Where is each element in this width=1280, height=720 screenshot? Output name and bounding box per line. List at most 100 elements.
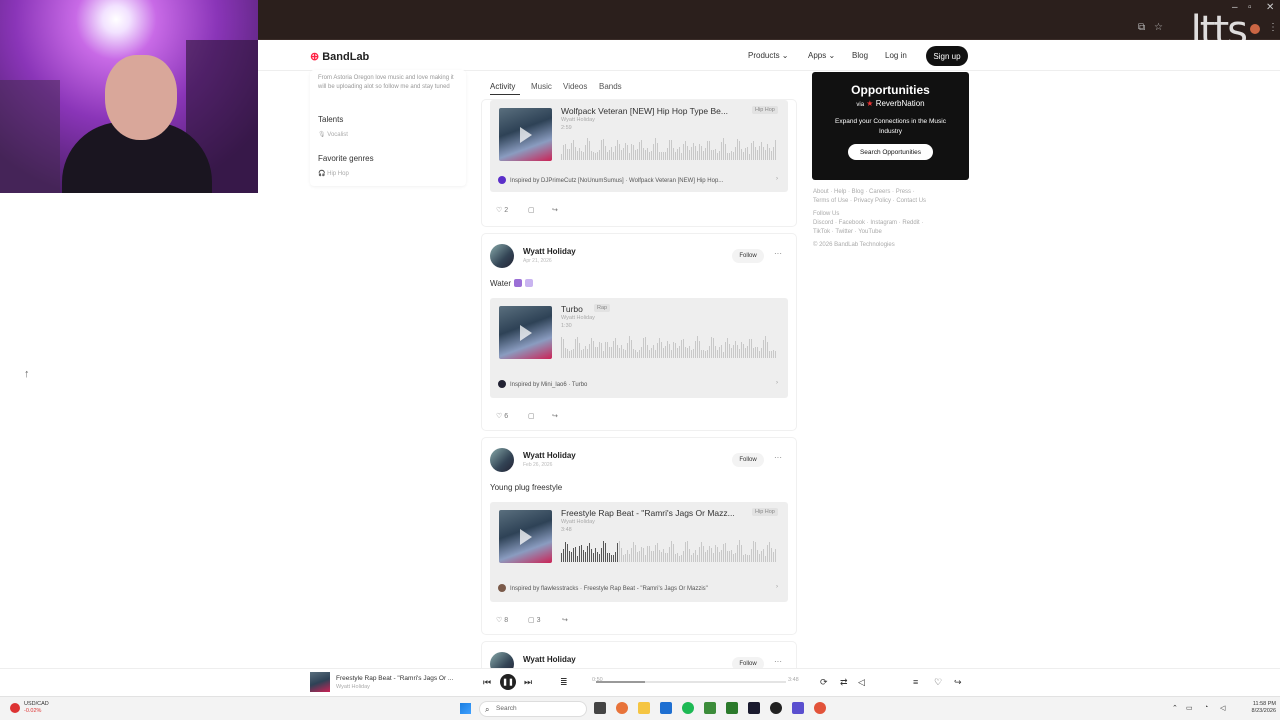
- up-arrow-icon[interactable]: ↑: [24, 368, 30, 380]
- chrome-app-icon[interactable]: [616, 702, 628, 714]
- inspired-by-row[interactable]: Inspired by Mini_lao6 · Turbo: [498, 380, 778, 388]
- waveform-bar: [691, 147, 692, 160]
- track-title[interactable]: Turbo: [561, 304, 583, 314]
- task-view-icon[interactable]: [594, 702, 606, 714]
- track-artist[interactable]: Wyatt Holiday: [561, 519, 595, 525]
- chevron-up-icon[interactable]: ⌃: [1172, 704, 1178, 712]
- inspired-by-row[interactable]: Inspired by DJPrimeCutz [NoUnumSumus] · …: [498, 176, 778, 184]
- system-clock[interactable]: 11:58 PM 8/23/2026: [1236, 701, 1276, 715]
- waveform-bar: [567, 349, 568, 358]
- file-explorer-icon[interactable]: [638, 702, 650, 714]
- outlook-icon[interactable]: [660, 702, 672, 714]
- nav-apps[interactable]: Apps ⌄: [808, 51, 835, 60]
- speaker-icon[interactable]: ◁: [1220, 704, 1225, 712]
- repeat-icon[interactable]: ⟳: [820, 677, 828, 688]
- tab-bands[interactable]: Bands: [599, 82, 622, 91]
- follow-button[interactable]: Follow: [732, 249, 764, 263]
- extension-icon[interactable]: ⧉: [1138, 22, 1145, 33]
- player-artist[interactable]: Wyatt Holiday: [336, 684, 370, 690]
- footer-social-row[interactable]: Discord · Facebook · Instagram · Reddit …: [813, 220, 963, 226]
- windows-taskbar: USD/CAD -0.02% ⌕ Search ⌃ ▭ ◔ ◁ 11:58 PM 8/…: [0, 696, 1280, 720]
- like-button[interactable]: ♡ 8: [496, 616, 508, 624]
- waveform[interactable]: [561, 334, 779, 358]
- waveform-bar: [695, 549, 696, 562]
- track-artist[interactable]: Wyatt Holiday: [561, 117, 595, 123]
- track-thumbnail[interactable]: [499, 108, 552, 161]
- playlist-icon[interactable]: ≡: [913, 677, 918, 687]
- search-opportunities-button[interactable]: Search Opportunities: [848, 144, 933, 160]
- player-track-title[interactable]: Freestyle Rap Beat - "Ramri's Jags Or ..…: [336, 675, 453, 682]
- share-icon[interactable]: ↪: [552, 206, 558, 214]
- inspired-by-row[interactable]: Inspired by flawlesstracks · Freestyle R…: [498, 584, 778, 592]
- post-author[interactable]: Wyatt Holiday: [523, 451, 576, 460]
- share-icon[interactable]: ↪: [562, 616, 568, 624]
- stock-widget-icon[interactable]: [10, 703, 20, 713]
- avatar[interactable]: [490, 244, 514, 268]
- track-card[interactable]: Freestyle Rap Beat - "Ramri's Jags Or Ma…: [490, 502, 788, 602]
- shuffle-icon[interactable]: ⇄: [840, 677, 848, 688]
- excel-icon[interactable]: [726, 702, 738, 714]
- pause-button[interactable]: ❚❚: [500, 674, 516, 690]
- comment-icon[interactable]: ▢: [528, 412, 535, 420]
- post-author[interactable]: Wyatt Holiday: [523, 247, 576, 256]
- heart-icon[interactable]: ♡: [934, 677, 942, 688]
- battery-icon[interactable]: ▭: [1186, 704, 1193, 712]
- next-icon[interactable]: ⏭: [524, 677, 532, 688]
- share-icon[interactable]: ↪: [552, 412, 558, 420]
- footer-social-row[interactable]: TikTok · Twitter · YouTube: [813, 229, 963, 235]
- obs-icon[interactable]: [770, 702, 782, 714]
- more-icon[interactable]: ···: [774, 453, 782, 462]
- track-card[interactable]: Wolfpack Veteran [NEW] Hip Hop Type Be..…: [490, 100, 788, 192]
- more-icon[interactable]: ···: [774, 657, 782, 666]
- footer-links-row[interactable]: About · Help · Blog · Careers · Press ·: [813, 189, 963, 195]
- feed-post: Wyatt Holiday Feb 26, 2026 Follow ··· Yo…: [482, 438, 796, 634]
- waveform[interactable]: [561, 538, 779, 562]
- nav-products[interactable]: Products ⌄: [748, 51, 789, 60]
- profile-avatar-icon[interactable]: [1250, 24, 1260, 34]
- star-icon[interactable]: ☆: [1154, 22, 1163, 33]
- track-title[interactable]: Freestyle Rap Beat - "Ramri's Jags Or Ma…: [561, 508, 735, 518]
- waveform-bar: [623, 148, 624, 160]
- tab-music[interactable]: Music: [531, 82, 552, 91]
- follow-button[interactable]: Follow: [732, 453, 764, 467]
- windows-start-icon[interactable]: [460, 703, 471, 714]
- minecraft-icon[interactable]: [704, 702, 716, 714]
- player-thumbnail[interactable]: [310, 672, 330, 692]
- queue-icon[interactable]: ≣: [560, 677, 568, 688]
- avatar[interactable]: [490, 448, 514, 472]
- track-title[interactable]: Wolfpack Veteran [NEW] Hip Hop Type Be..…: [561, 106, 728, 116]
- track-thumbnail[interactable]: [499, 306, 552, 359]
- nav-blog[interactable]: Blog: [852, 51, 868, 60]
- app-icon[interactable]: [748, 702, 760, 714]
- progress-bar[interactable]: [596, 681, 786, 683]
- nav-login[interactable]: Log in: [885, 51, 907, 60]
- track-card[interactable]: Turbo Rap Wyatt Holiday 1:30 Inspired by…: [490, 298, 788, 398]
- like-button[interactable]: ♡ 6: [496, 412, 508, 420]
- like-button[interactable]: ♡ 2: [496, 206, 508, 214]
- close-icon[interactable]: ✕: [1266, 2, 1274, 13]
- share-icon[interactable]: ↪: [954, 677, 962, 688]
- stock-widget[interactable]: USD/CAD -0.02%: [24, 701, 49, 715]
- restore-icon[interactable]: ▫: [1248, 2, 1252, 13]
- comment-button[interactable]: ▢ 3: [528, 616, 540, 624]
- volume-icon[interactable]: ◁: [858, 677, 865, 688]
- wifi-icon[interactable]: ◔: [1204, 704, 1208, 711]
- waveform-bar: [767, 342, 768, 358]
- menu-icon[interactable]: ⋮: [1268, 22, 1278, 33]
- tab-videos[interactable]: Videos: [563, 82, 587, 91]
- waveform[interactable]: [561, 136, 779, 160]
- prev-icon[interactable]: ⏮: [483, 677, 491, 688]
- signup-button[interactable]: Sign up: [926, 46, 968, 66]
- more-icon[interactable]: ···: [774, 249, 782, 258]
- spotify-icon[interactable]: [682, 702, 694, 714]
- teams-icon[interactable]: [792, 702, 804, 714]
- taskbar-search[interactable]: ⌕ Search: [479, 701, 587, 717]
- comment-icon[interactable]: ▢: [528, 206, 535, 214]
- bandlab-logo[interactable]: ⊕ BandLab: [310, 50, 369, 63]
- browser-icon[interactable]: [814, 702, 826, 714]
- tab-activity[interactable]: Activity: [490, 82, 515, 91]
- track-thumbnail[interactable]: [499, 510, 552, 563]
- track-artist[interactable]: Wyatt Holiday: [561, 315, 595, 321]
- footer-links-row[interactable]: Terms of Use · Privacy Policy · Contact …: [813, 198, 963, 204]
- post-author[interactable]: Wyatt Holiday: [523, 655, 576, 664]
